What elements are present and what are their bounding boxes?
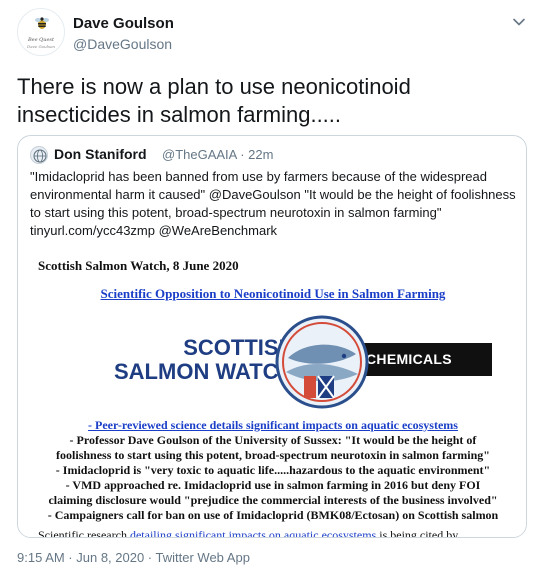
quoted-handle-time: @TheGAAIA · 22m	[162, 147, 274, 162]
tweet-meta: 9:15 AM · Jun 8, 2020 · Twitter Web App	[17, 550, 250, 565]
chevron-down-icon[interactable]	[509, 12, 529, 32]
bullet-3: - VMD approached re. Imidacloprid use in…	[65, 478, 481, 492]
tweet: Bee Quest Dave Goulson Dave Goulson @Dav…	[0, 0, 545, 572]
globe-icon	[33, 149, 47, 163]
bullet-1b: foolishness to start using this potent, …	[56, 448, 490, 462]
bullet-3b: claiming disclosure would "prejudice the…	[48, 493, 498, 507]
footer-pre: Scientific research	[38, 528, 130, 538]
media-header: Scottish Salmon Watch, 8 June 2020	[38, 258, 239, 273]
media-bullets: - Peer-reviewed science details signific…	[18, 418, 526, 523]
quoted-tweet[interactable]: Don Staniford @TheGAAIA · 22m "Imidaclop…	[17, 135, 527, 538]
timestamp[interactable]: 9:15 AM · Jun 8, 2020 ·	[17, 550, 156, 565]
bullet-1: - Professor Dave Goulson of the Universi…	[69, 433, 477, 447]
footer-post: is being cited by	[376, 528, 459, 538]
bullet-2: - Imidacloprid is "very toxic to aquatic…	[55, 463, 491, 477]
avatar-caption: Bee Quest	[27, 37, 55, 43]
quoted-text: "Imidacloprid has been banned from use b…	[30, 169, 516, 238]
quoted-media-image[interactable]: Scottish Salmon Watch, 8 June 2020 Scien…	[18, 250, 526, 538]
tweet-text: There is now a plan to use neonicotinoid…	[17, 74, 411, 127]
footer-link: detailing significant impacts on aquatic…	[129, 528, 377, 538]
scottish-salmon-watch-logo: SCOTTISH SALMON WATCH	[114, 336, 294, 384]
author-name[interactable]: Dave Goulson	[73, 15, 174, 32]
bullet-link: - Peer-reviewed science details signific…	[88, 418, 458, 432]
media-footer: Scientific research detailing significan…	[38, 528, 459, 538]
bullet-4: - Campaigners call for ban on use of Imi…	[47, 508, 499, 522]
avatar-subcaption: Dave Goulson	[27, 44, 55, 49]
quoted-author-name: Don Staniford	[54, 146, 147, 162]
logo-line-2: SALMON WATCH	[114, 359, 295, 384]
source-link[interactable]: Twitter Web App	[156, 550, 250, 565]
quoted-avatar	[30, 146, 48, 164]
salmon-logo-icon	[275, 315, 369, 409]
avatar[interactable]: Bee Quest Dave Goulson	[17, 8, 65, 56]
media-title-link: Scientific Opposition to Neonicotinoid U…	[100, 286, 446, 301]
bee-icon	[35, 17, 49, 29]
author-handle[interactable]: @DaveGoulson	[73, 36, 172, 52]
